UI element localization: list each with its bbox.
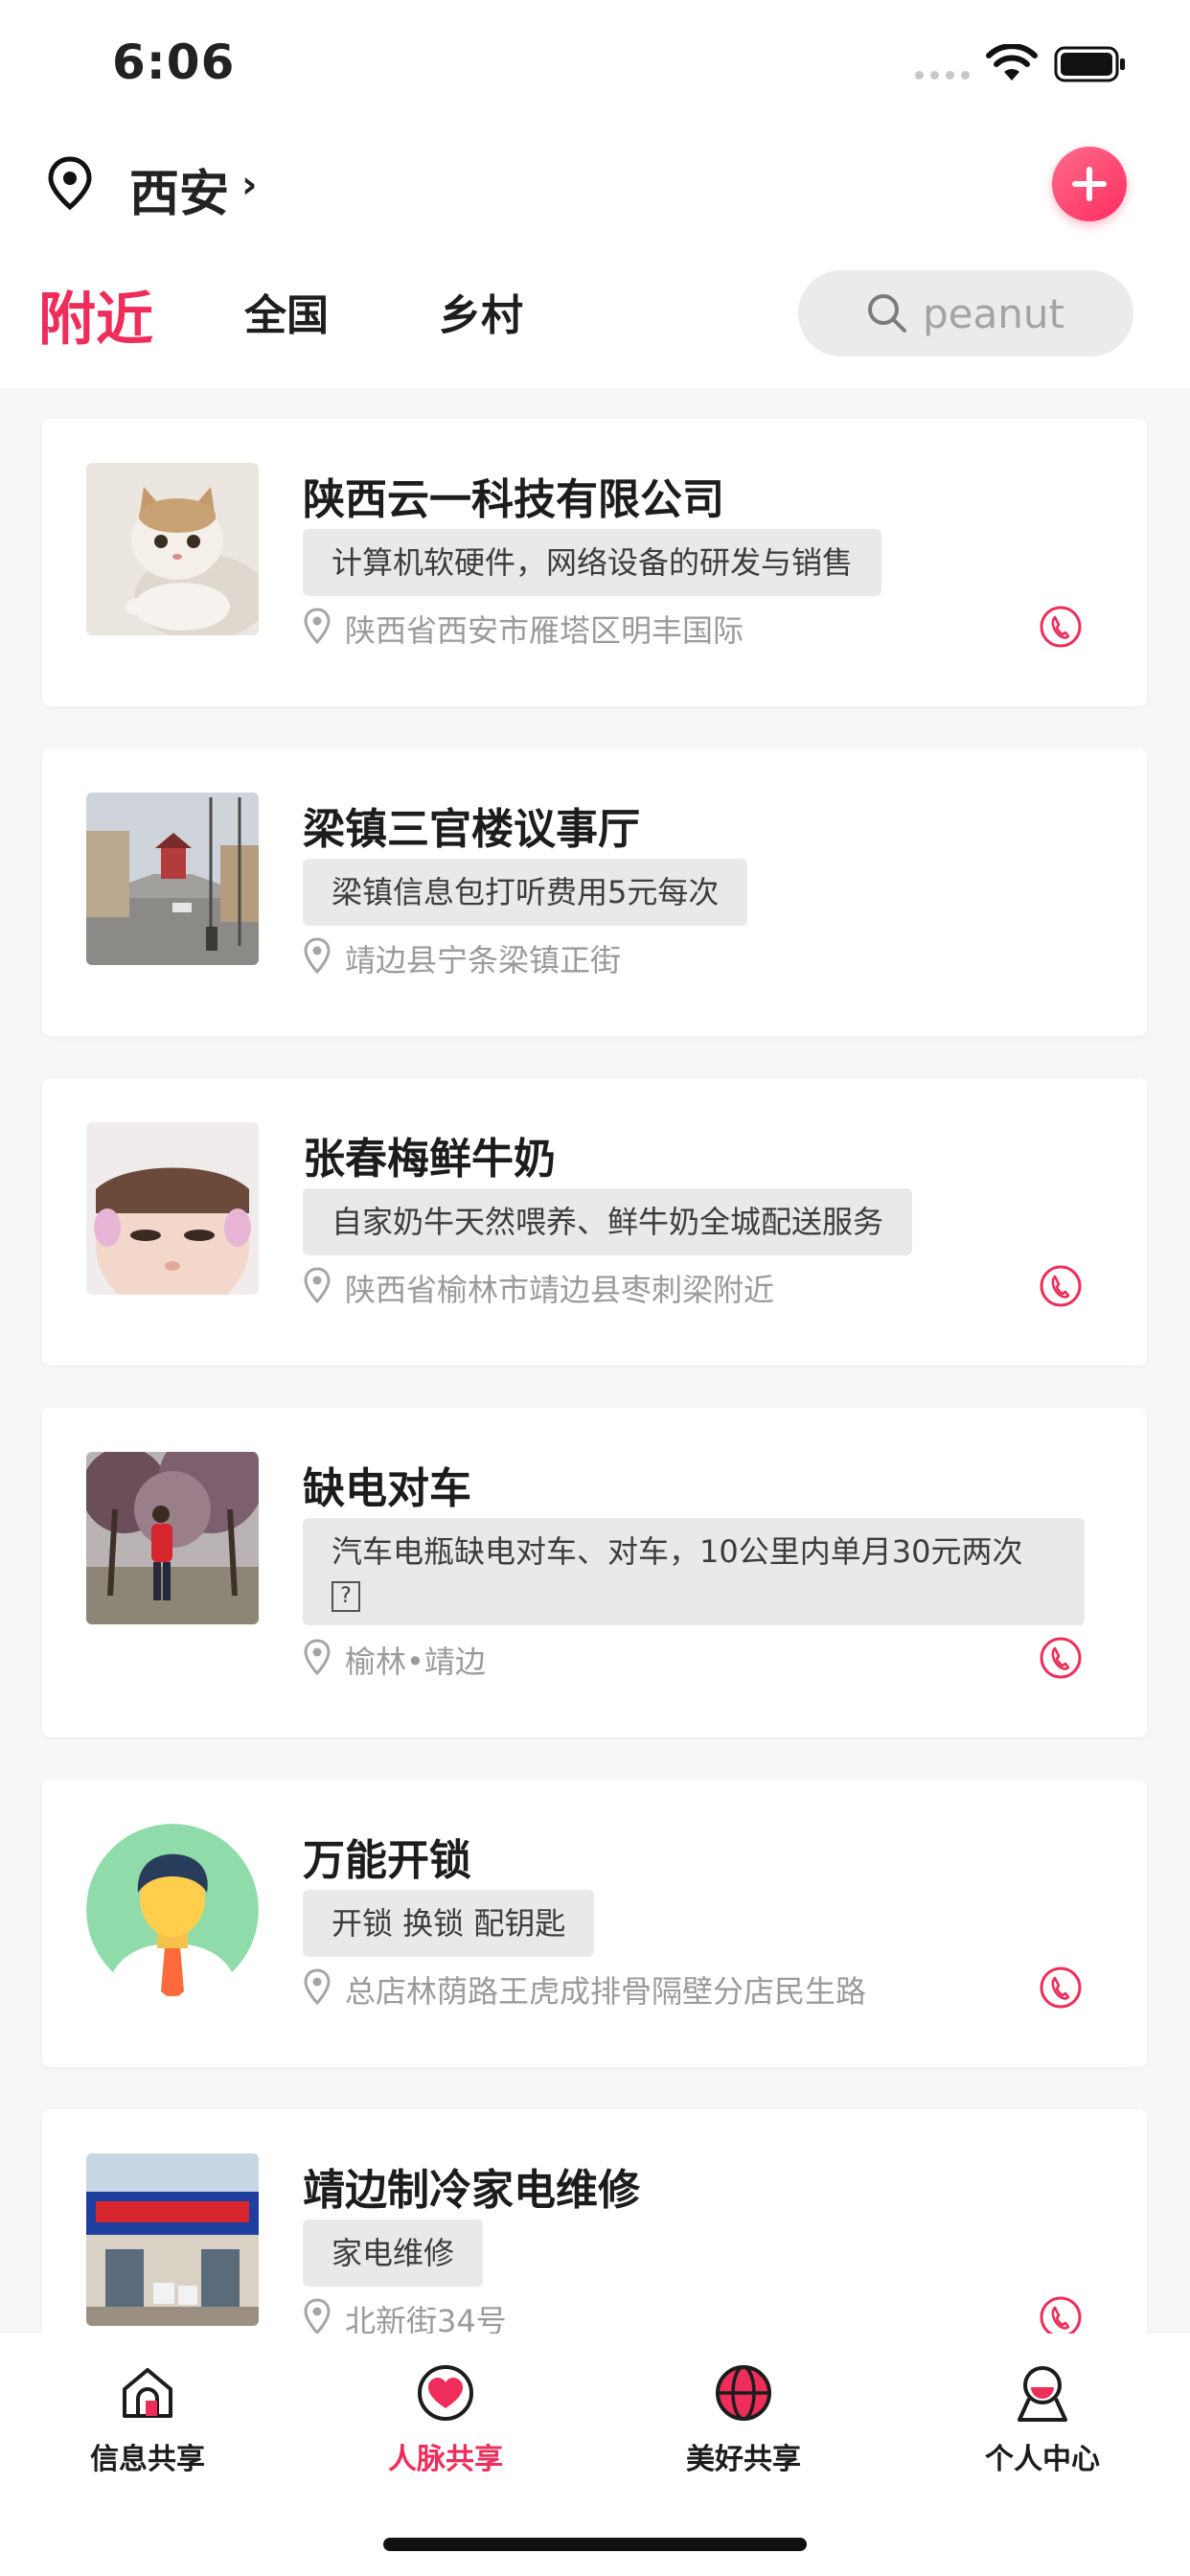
item-address: 陕西省榆林市靖边县枣刺梁附近 bbox=[345, 1272, 775, 1308]
address-pin-icon bbox=[304, 937, 331, 975]
globe-icon bbox=[716, 2365, 771, 2421]
phone-icon[interactable] bbox=[1039, 1636, 1083, 1680]
item-address: 北新街34号 bbox=[345, 2303, 507, 2334]
add-button[interactable] bbox=[1052, 147, 1127, 221]
list-item[interactable]: 缺电对车 汽车电瓶缺电对车、对车，10公里内单月30元两次 ? 榆林•靖边 bbox=[42, 1408, 1147, 1737]
phone-icon[interactable] bbox=[1039, 605, 1083, 649]
child-photo bbox=[86, 1122, 259, 1295]
search-icon bbox=[868, 294, 906, 333]
item-title: 缺电对车 bbox=[303, 1464, 471, 1513]
tabbar-label: 美好共享 bbox=[686, 2443, 801, 2476]
heart-icon bbox=[418, 2365, 473, 2421]
address-pin-icon bbox=[304, 2298, 331, 2334]
phone-icon[interactable] bbox=[1039, 2295, 1083, 2334]
kitten-photo bbox=[86, 463, 259, 635]
home-indicator[interactable] bbox=[383, 2538, 807, 2551]
item-title: 梁镇三官楼议事厅 bbox=[303, 805, 640, 854]
item-tag: 计算机软硬件，网络设备的研发与销售 bbox=[303, 529, 882, 596]
item-tag-line: 汽车电瓶缺电对车、对车，10公里内单月30元两次 bbox=[332, 1533, 1023, 1570]
unknown-glyph-icon: ? bbox=[332, 1581, 360, 1612]
address-pin-icon bbox=[304, 1267, 331, 1304]
shopfront-photo bbox=[86, 2153, 259, 2326]
address-pin-icon bbox=[304, 1639, 331, 1676]
tabbar-network-share[interactable]: 人脉共享 bbox=[359, 2362, 532, 2506]
phone-icon[interactable] bbox=[1039, 1264, 1083, 1308]
location-pin-icon[interactable] bbox=[44, 155, 96, 211]
item-title: 陕西云一科技有限公司 bbox=[303, 475, 724, 524]
search-input[interactable] bbox=[923, 289, 1114, 337]
current-city[interactable]: 西安 bbox=[129, 153, 229, 225]
tree-person-photo bbox=[86, 1452, 259, 1624]
tabbar-good-share[interactable]: 美好共享 bbox=[657, 2362, 830, 2506]
phone-icon[interactable] bbox=[1039, 1966, 1083, 2010]
wifi-icon bbox=[986, 44, 1038, 80]
tab-national[interactable]: 全国 bbox=[244, 281, 329, 342]
tabbar-info-share[interactable]: 信息共享 bbox=[61, 2362, 234, 2506]
list-item[interactable]: 万能开锁 开锁 换锁 配钥匙 总店林荫路王虎成排骨隔壁分店民生路 bbox=[42, 1780, 1147, 2067]
list-item[interactable]: 梁镇三官楼议事厅 梁镇信息包打听费用5元每次 靖边县宁条梁镇正街 bbox=[42, 748, 1147, 1036]
list-item[interactable]: 陕西云一科技有限公司 计算机软硬件，网络设备的研发与销售 陕西省西安市雁塔区明丰… bbox=[42, 419, 1147, 706]
tab-rural[interactable]: 乡村 bbox=[439, 281, 523, 342]
item-title: 靖边制冷家电维修 bbox=[303, 2166, 640, 2215]
item-tag: 开锁 换锁 配钥匙 bbox=[303, 1890, 595, 1957]
item-tag: 家电维修 bbox=[303, 2220, 484, 2287]
list-item[interactable]: 靖边制冷家电维修 家电维修 北新街34号 bbox=[42, 2109, 1147, 2334]
cellular-signal-icon bbox=[915, 71, 970, 80]
search-box[interactable] bbox=[798, 270, 1133, 356]
item-tag: 梁镇信息包打听费用5元每次 bbox=[303, 859, 748, 926]
battery-icon bbox=[1054, 46, 1125, 82]
avatar bbox=[86, 1824, 259, 1996]
item-title: 万能开锁 bbox=[303, 1836, 471, 1885]
header: 6:06 西安 › 附近 全国 乡村 bbox=[0, 0, 1190, 388]
item-tag: 自家奶牛天然喂养、鲜牛奶全城配送服务 bbox=[303, 1188, 913, 1255]
tabbar-label: 信息共享 bbox=[90, 2443, 205, 2476]
city-chevron-icon[interactable]: › bbox=[241, 163, 257, 207]
status-time: 6:06 bbox=[112, 34, 236, 90]
contact-list: 陕西云一科技有限公司 计算机软硬件，网络设备的研发与销售 陕西省西安市雁塔区明丰… bbox=[0, 388, 1190, 2334]
house-icon bbox=[123, 2368, 172, 2418]
item-address: 总店林荫路王虎成排骨隔壁分店民生路 bbox=[345, 1973, 867, 2010]
tab-nearby[interactable]: 附近 bbox=[38, 273, 153, 356]
tabbar-personal-center[interactable]: 个人中心 bbox=[956, 2362, 1129, 2506]
address-pin-icon bbox=[304, 1968, 331, 2006]
tabbar-label: 人脉共享 bbox=[388, 2443, 503, 2476]
screen: 6:06 西安 › 附近 全国 乡村 peanut 陕西云一科技有限公司 计算机… bbox=[0, 0, 1190, 2576]
person-icon bbox=[1018, 2366, 1067, 2422]
item-title: 张春梅鲜牛奶 bbox=[303, 1135, 556, 1184]
address-pin-icon bbox=[304, 608, 331, 645]
list-item[interactable]: 张春梅鲜牛奶 自家奶牛天然喂养、鲜牛奶全城配送服务 陕西省榆林市靖边县枣刺梁附近 bbox=[42, 1078, 1147, 1366]
item-address: 靖边县宁条梁镇正街 bbox=[345, 942, 622, 978]
item-tag: 汽车电瓶缺电对车、对车，10公里内单月30元两次 ? bbox=[303, 1518, 1085, 1625]
item-address: 陕西省西安市雁塔区明丰国际 bbox=[345, 612, 744, 649]
item-address: 榆林•靖边 bbox=[345, 1644, 486, 1680]
tabbar-label: 个人中心 bbox=[985, 2443, 1100, 2476]
street-photo bbox=[86, 793, 259, 965]
